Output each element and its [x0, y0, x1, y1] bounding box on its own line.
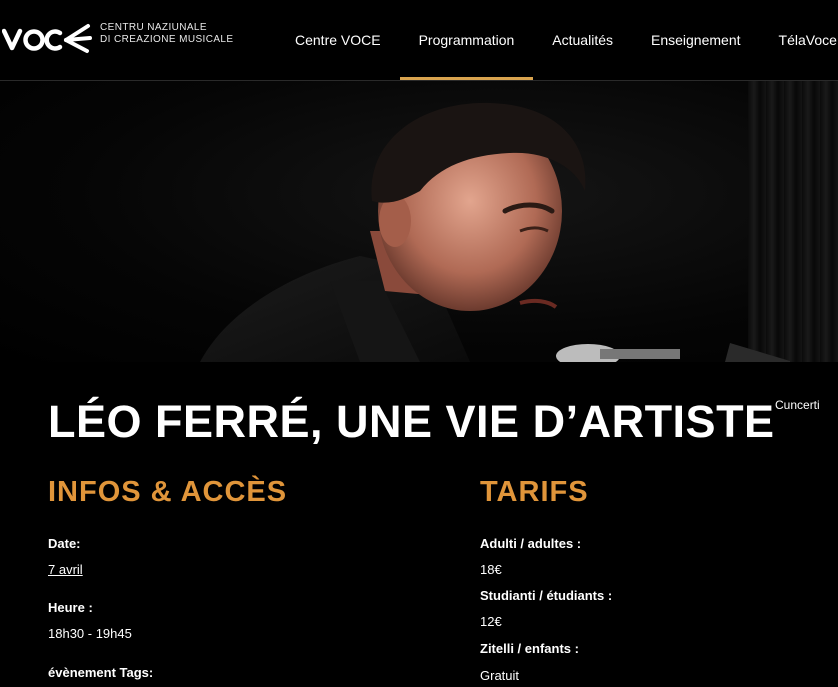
tarif-value-adults: 18€ [480, 562, 502, 577]
tarif-label-children: Zitelli / enfants : [480, 641, 579, 656]
tarifs-heading: TARIFS [480, 476, 589, 508]
voce-logo-icon [2, 24, 92, 53]
performer-photo [200, 102, 790, 362]
event-title: LÉO FERRÉ, UNE VIE D’ARTISTE [48, 396, 775, 447]
site-header: CENTRU NAZIUNALE DI CREAZIONE MUSICALE C… [0, 0, 838, 81]
date-label: Date: [48, 536, 81, 551]
nav-item-telavoce[interactable]: TélaVoce [760, 0, 838, 80]
main-nav: Centre VOCE Programmation Actualités Ens… [276, 0, 838, 80]
nav-item-programmation[interactable]: Programmation [399, 0, 534, 80]
tarif-value-students: 12€ [480, 614, 502, 629]
nav-item-actualites[interactable]: Actualités [533, 0, 632, 80]
nav-item-enseignement[interactable]: Enseignement [632, 0, 760, 80]
logo-line-2: DI CREAZIONE MUSICALE [100, 34, 234, 45]
tarif-label-students: Studianti / étudiants : [480, 588, 613, 603]
tags-label: évènement Tags: [48, 665, 154, 680]
tarif-label-adults: Adulti / adultes : [480, 536, 582, 551]
logo-subtitle: CENTRU NAZIUNALE DI CREAZIONE MUSICALE [100, 22, 233, 46]
nav-item-centre-voce[interactable]: Centre VOCE [276, 0, 400, 80]
time-value: 18h30 - 19h45 [48, 626, 132, 641]
time-label: Heure : [48, 600, 93, 615]
hero-image [0, 81, 838, 362]
tarif-value-children: Gratuit [480, 668, 520, 683]
event-category[interactable]: Cuncerti [775, 398, 820, 412]
date-link[interactable]: 7 avril [48, 562, 83, 577]
logo-line-1: CENTRU NAZIUNALE [100, 22, 207, 33]
infos-heading: INFOS & ACCÈS [48, 476, 288, 508]
site-logo[interactable]: CENTRU NAZIUNALE DI CREAZIONE MUSICALE [2, 18, 233, 60]
